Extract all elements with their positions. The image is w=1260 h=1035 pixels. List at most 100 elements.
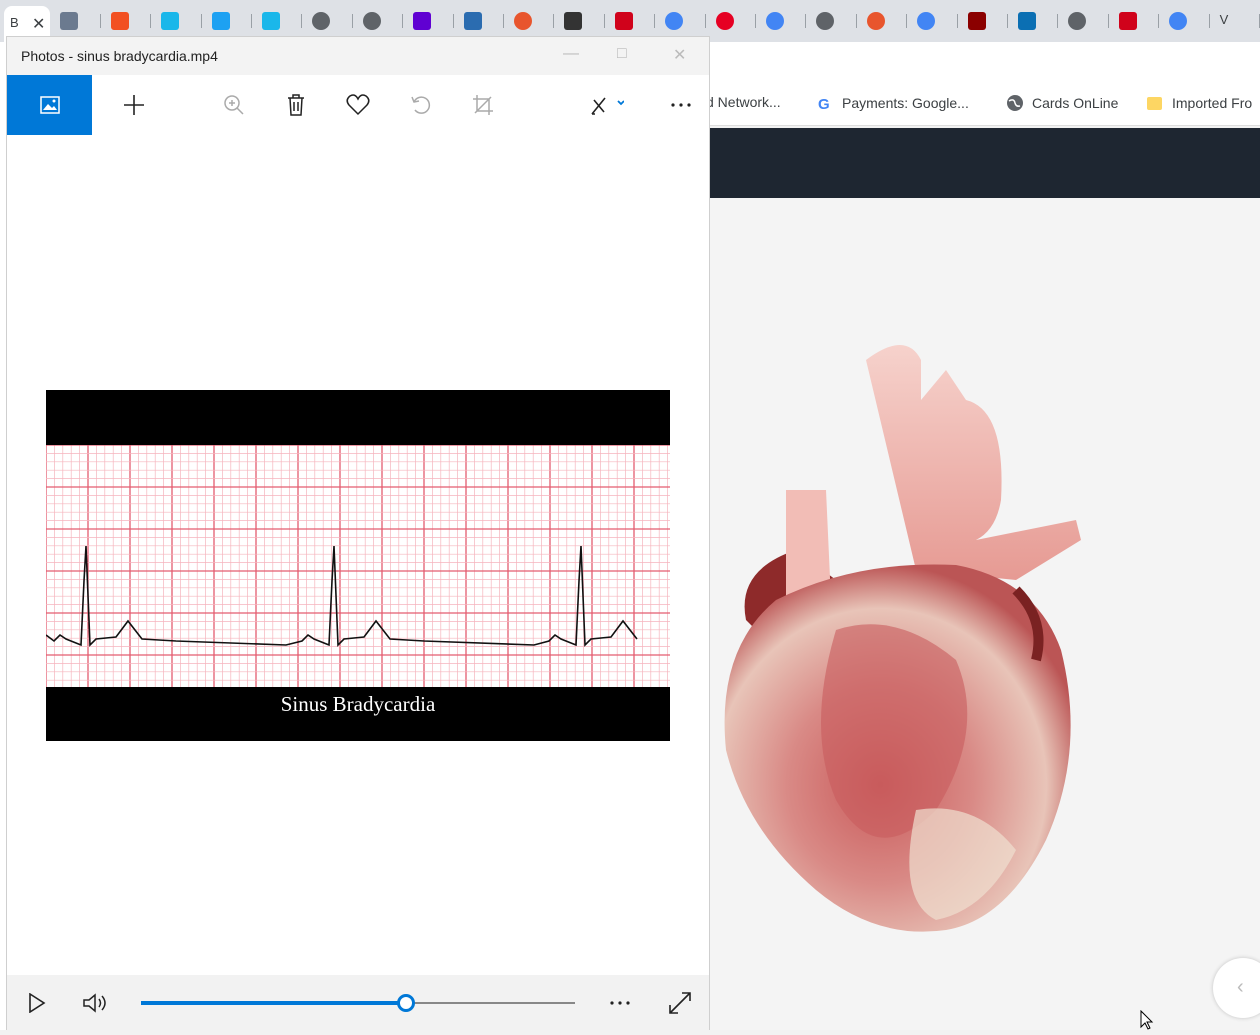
browser-tab[interactable] [558,6,605,36]
tab-separator [956,14,958,28]
tab-separator [301,14,303,28]
browser-tab[interactable] [609,6,656,36]
volume-icon [83,993,106,1013]
browser-tab[interactable] [1163,6,1210,36]
maximize-icon[interactable]: □ [617,45,627,63]
close-tab-icon[interactable]: ✕ [32,14,45,34]
play-icon [29,993,46,1013]
tab-separator [502,14,504,28]
photos-toolbar [7,75,709,135]
tab-separator [855,14,857,28]
flag-icon [1118,12,1137,30]
video-frame[interactable]: Sinus Bradycardia [46,390,670,741]
browser-tab[interactable] [105,6,152,36]
tab-separator [452,14,454,28]
delete-icon [288,94,304,116]
chevron-left-icon: ‹ [1237,976,1244,998]
crop-button[interactable] [459,75,507,135]
browser-tab[interactable] [407,6,454,36]
browser-tab[interactable] [760,6,807,36]
google-icon: G [816,94,834,113]
browser-tab[interactable]: V [1214,6,1260,36]
more-options-button[interactable] [657,75,705,135]
tab-separator [351,14,353,28]
browser-tab[interactable] [256,6,303,36]
seek-bar-progress [141,1001,406,1005]
photos-window: Photos - sinus bradycardia.mp4 — □ ✕ Sin… [6,36,710,1031]
browser-tab[interactable] [458,6,504,36]
vimeo-icon [161,12,180,30]
google-icon [665,12,684,30]
bookmark-label: Payments: Google... [842,95,969,111]
browser-tab[interactable] [1062,6,1109,36]
bookmark-label: Imported Fro [1172,95,1253,111]
browser-tab[interactable] [508,6,555,36]
crop-icon [473,95,493,115]
browser-tab[interactable] [659,6,706,36]
google-icon [766,12,784,30]
favorite-button[interactable] [334,75,382,135]
tab-separator [1057,14,1059,28]
close-icon[interactable]: ✕ [673,45,686,65]
globe-icon [1068,12,1087,30]
seek-bar-thumb[interactable] [396,994,415,1012]
globe-icon [816,12,835,30]
folder-icon [1146,94,1164,112]
browser-tab[interactable] [206,6,252,36]
tab-separator [1107,14,1109,28]
volume-button[interactable] [76,983,116,1023]
playback-more-button[interactable] [600,983,640,1023]
tab-separator [1158,14,1160,28]
mouse-cursor-icon [1140,1009,1154,1035]
bookmark-imported[interactable]: Imported Fro [1146,94,1252,112]
browser-tab[interactable] [962,6,1008,36]
bookmark-network[interactable]: d Network... [706,94,781,110]
edit-create-button[interactable] [577,75,637,135]
tab-separator [250,14,252,28]
ring-icon [866,12,885,30]
flag-icon [614,12,633,30]
browser-tab[interactable] [911,6,958,36]
browser-tab[interactable] [54,6,101,36]
browser-tab[interactable] [357,6,404,36]
mail-icon [413,12,432,30]
browser-tab[interactable] [306,6,353,36]
browser-tab[interactable] [155,6,202,36]
tab-separator [603,14,605,28]
browser-tab[interactable] [1012,6,1059,36]
tab-icon: B [10,15,19,30]
view-image-button[interactable] [7,75,92,135]
window-titlebar[interactable]: Photos - sinus bradycardia.mp4 [7,37,709,75]
zoom-icon [224,95,244,115]
browser-tab[interactable] [861,6,908,36]
add-button[interactable] [110,75,158,135]
tab-separator [906,14,908,28]
bookmark-cards-online[interactable]: Cards OnLine [1006,94,1118,112]
seek-bar[interactable] [141,994,575,1012]
more-icon [671,103,691,107]
refresh-circle-icon [211,12,230,30]
play-button[interactable] [17,983,57,1023]
vimeo-icon [262,12,280,30]
fullscreen-button[interactable] [660,983,700,1023]
browser-tab[interactable] [810,6,857,36]
delete-button[interactable] [272,75,320,135]
tab-separator [553,14,555,28]
google-icon [917,12,936,30]
zoom-button[interactable] [210,75,258,135]
browser-tab[interactable] [710,6,756,36]
tab-separator [1006,14,1008,28]
tab-separator [805,14,807,28]
google-icon [1169,12,1188,30]
view-icon [39,96,60,114]
pinterest-icon [715,12,734,30]
heart-illustration [716,330,1086,940]
s-logo-icon [564,12,583,30]
svg-text:G: G [818,96,830,112]
bookmark-payments-google[interactable]: G Payments: Google... [816,94,969,113]
globe-icon [1006,94,1024,112]
minimize-icon[interactable]: — [563,45,579,63]
browser-tab[interactable] [1113,6,1160,36]
rotate-button[interactable] [397,75,445,135]
ecg-strip [46,445,670,687]
